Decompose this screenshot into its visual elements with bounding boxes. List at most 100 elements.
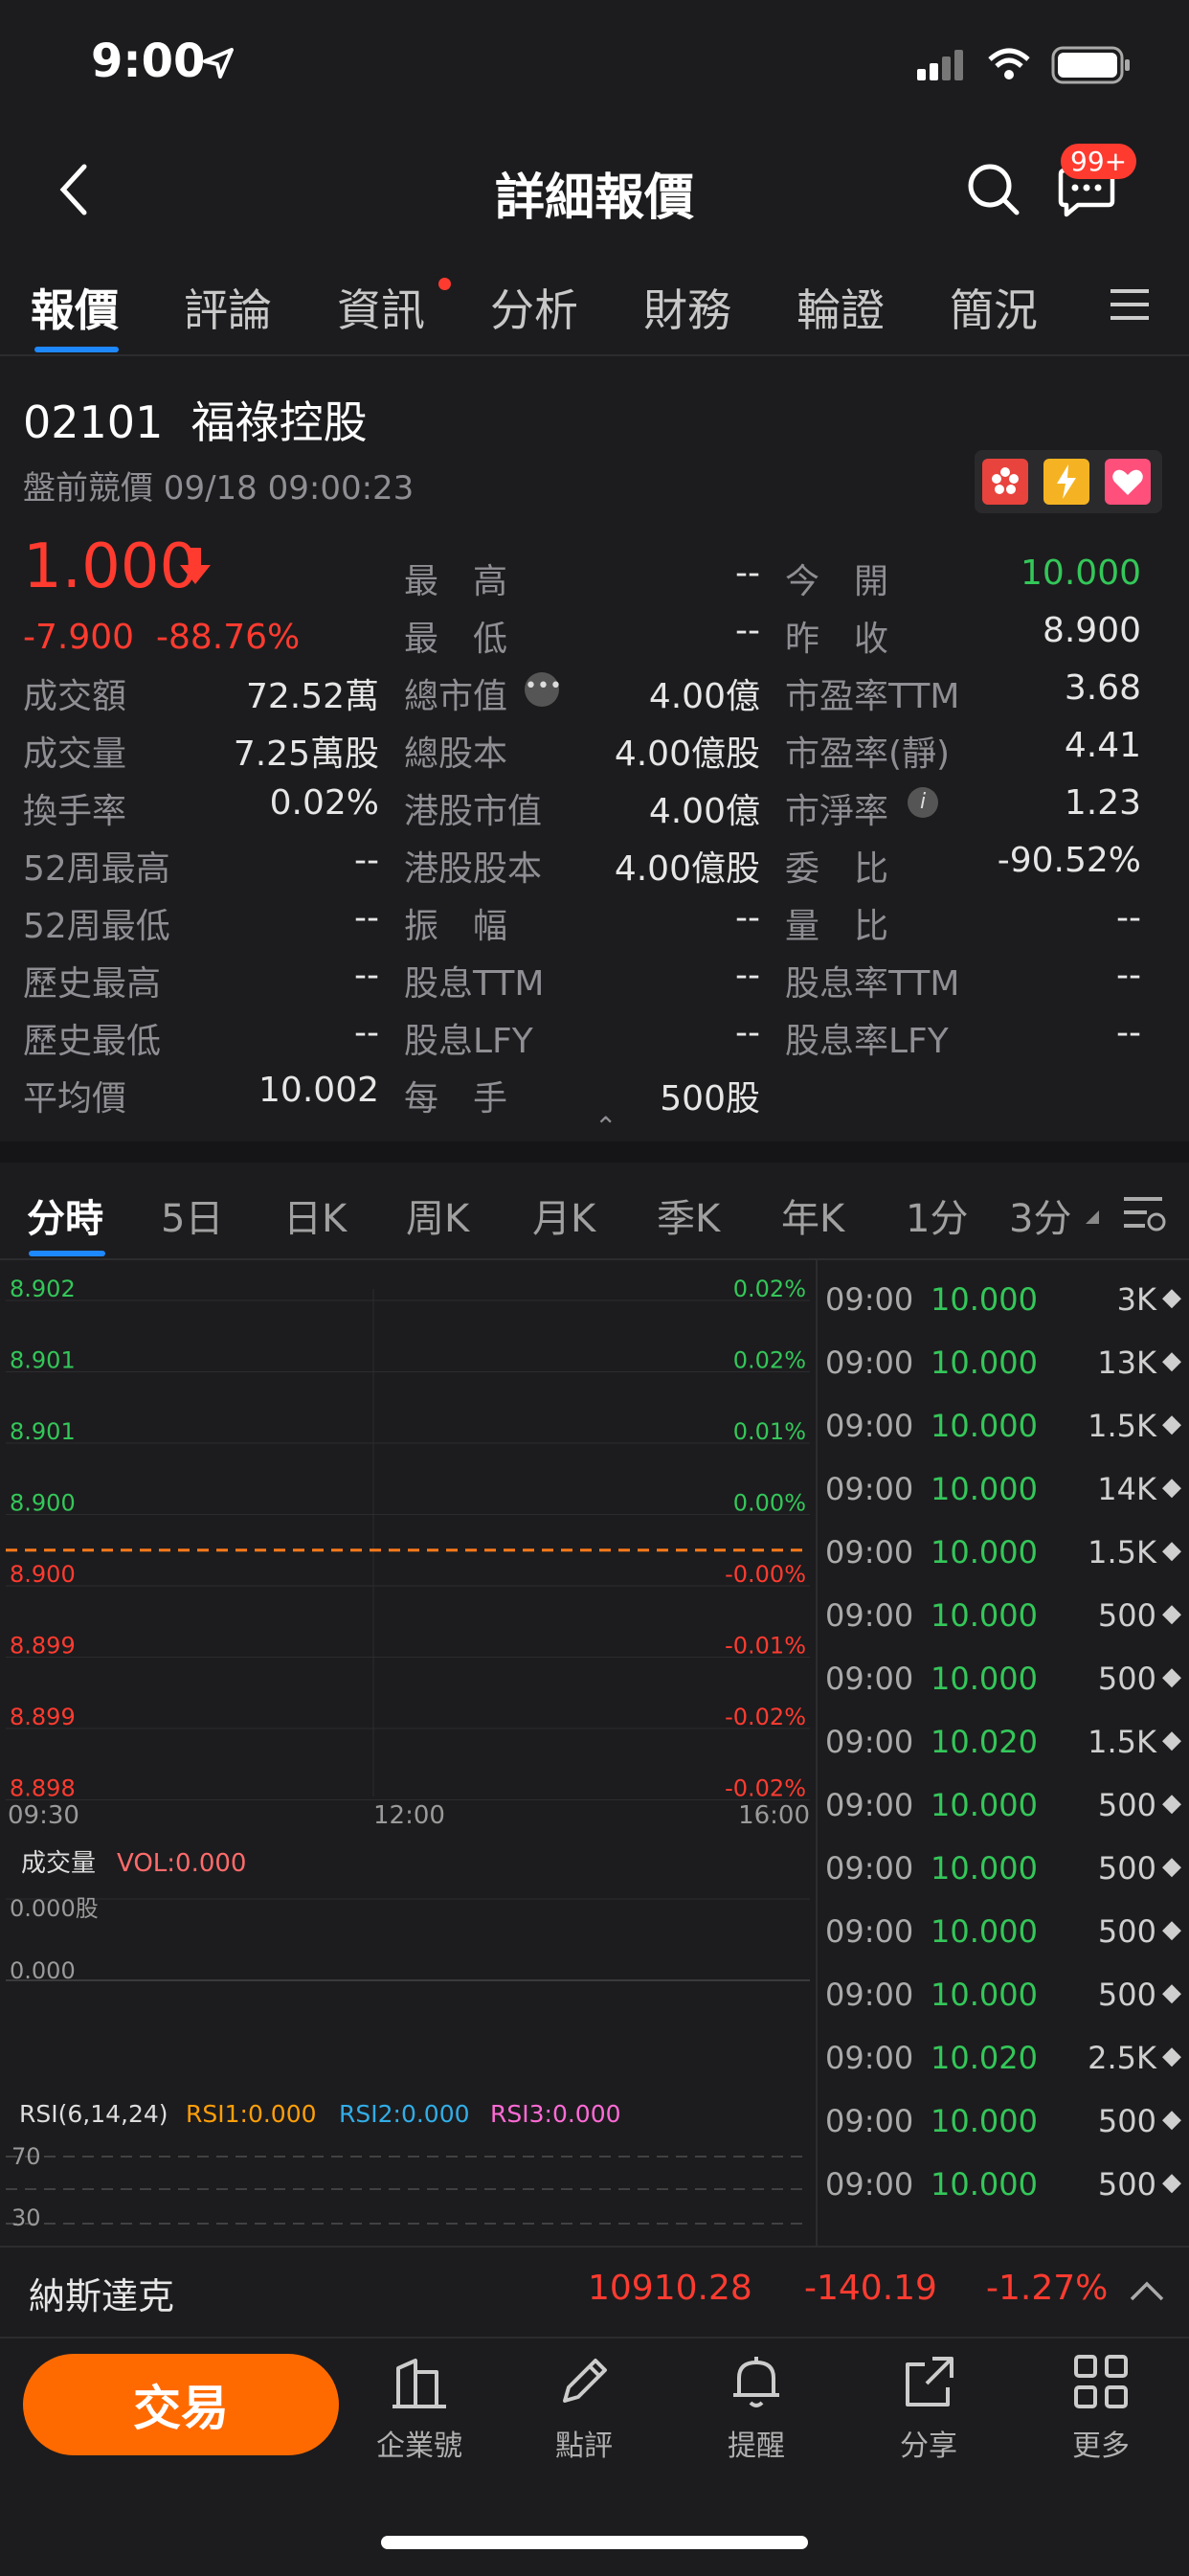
stat-label: 換手率 [23,792,127,831]
intraday-chart[interactable]: 8.902 8.901 8.901 8.900 8.900 8.899 8.899 8.898… [0,1260,816,2247]
trade-row: 09:00 10.020 2.5K ◆ [819,2040,1189,2088]
volume-axis-label: 0.000 [10,1957,76,1984]
action-more[interactable]: 更多 [1043,2351,1158,2464]
more-info-icon[interactable]: ••• [525,672,562,707]
price-axis-label: 8.900 [10,1490,76,1517]
lightning-icon[interactable] [1043,459,1089,505]
nav-bar: 詳細報價 99+ [0,134,1189,244]
trade-time: 09:00 [825,1281,914,1318]
pct-axis-label: 0.02% [733,1276,806,1302]
stat-value: 4.00億 [648,792,760,831]
stat-label: 股息率LFY [785,1022,949,1061]
search-icon[interactable] [965,161,1022,218]
trade-time: 09:00 [825,1724,914,1760]
price-chart-svg: 8.902 8.901 8.901 8.900 8.900 8.899 8.899 8.898… [6,1276,810,2231]
battery-icon [1051,46,1130,84]
price-change: -7.900 -88.76% [23,618,301,657]
trade-direction-icon: ◆ [1162,1915,1181,1944]
index-change-pct: -1.27% [986,2269,1109,2308]
trade-row: 09:00 10.000 3K ◆ [819,1281,1189,1329]
wifi-icon [988,48,1030,79]
trade-price: 10.000 [931,1344,1038,1381]
stat-label: 總股本 [404,734,508,774]
chart-tab-3min[interactable]: 3分 [1009,1187,1071,1243]
stat-value: 4.00億股 [614,734,760,774]
stat-value: 72.52萬 [245,677,379,716]
menu-icon[interactable] [1109,285,1151,324]
trade-volume: 500 [1097,1850,1156,1887]
stat-label: 港股股本 [404,849,543,889]
chevron-up-icon[interactable] [1128,2278,1166,2303]
chart-tab-quarterly[interactable]: 季K [657,1187,720,1243]
stat-value: 3.68 [1064,668,1141,708]
price-down-arrow-icon [180,548,211,584]
volume-axis-label: 0.000股 [10,1895,99,1922]
index-change: -140.19 [804,2269,937,2308]
trade-row: 09:00 10.000 500 ◆ [819,1850,1189,1898]
trade-ticker[interactable]: 09:00 10.000 3K ◆ 09:00 10.000 13K ◆ 09:00 10.000… [819,1260,1189,2247]
tab-profile[interactable]: 簡況 [950,276,1038,339]
trade-direction-icon: ◆ [1162,1662,1181,1691]
collapse-chevron-icon[interactable]: ⌃ [594,1111,617,1142]
action-alert[interactable]: 提醒 [699,2351,814,2464]
tab-news[interactable]: 資訊 [337,276,425,339]
action-company-label: 企業號 [376,2429,462,2463]
tab-quote[interactable]: 報價 [31,276,119,339]
trade-time: 09:00 [825,1534,914,1570]
info-icon[interactable]: i [908,787,938,818]
trade-button[interactable]: 交易 [23,2354,339,2455]
trade-direction-icon: ◆ [1162,1283,1181,1312]
chart-tab-weekly[interactable]: 周K [406,1187,469,1243]
trade-price: 10.020 [931,1724,1038,1760]
chart-settings-icon[interactable] [1122,1189,1168,1235]
trade-price: 10.000 [931,1977,1038,2013]
chart-tab-daily[interactable]: 日K [283,1187,347,1243]
stat-value: 10.002 [258,1071,379,1110]
tab-finance[interactable]: 財務 [643,276,731,339]
trade-row: 09:00 10.000 13K ◆ [819,1344,1189,1392]
action-share[interactable]: 分享 [871,2351,986,2464]
pct-axis-label: 0.00% [733,1490,806,1517]
pct-axis-label: -0.02% [725,1775,806,1802]
price-axis-label: 8.899 [10,1704,76,1730]
action-review[interactable]: 點評 [527,2351,641,2464]
trade-row: 09:00 10.000 500 ◆ [819,1597,1189,1645]
chart-tab-1min[interactable]: 1分 [906,1187,968,1243]
stat-label: 52周最高 [23,849,170,889]
stat-label: 歷史最高 [23,964,162,1004]
tab-warrants[interactable]: 輪證 [796,276,885,339]
rsi3-value: RSI3:0.000 [490,2100,621,2128]
trade-row: 09:00 10.020 1.5K ◆ [819,1724,1189,1772]
trade-price: 10.000 [931,1281,1038,1318]
share-icon [906,2357,953,2407]
trade-volume: 13K [1097,1344,1156,1381]
favorite-heart-icon[interactable] [1105,459,1151,505]
pct-axis-label: -0.00% [725,1561,806,1588]
action-company[interactable]: 企業號 [362,2351,477,2464]
trade-time: 09:00 [825,2040,914,2076]
hk-flag-icon[interactable] [982,459,1028,505]
stat-label: 平均價 [23,1079,127,1119]
chart-tab-intraday[interactable]: 分時 [27,1187,103,1243]
tab-analysis[interactable]: 分析 [490,276,578,339]
trade-direction-icon: ◆ [1162,2168,1181,2197]
trade-direction-icon: ◆ [1162,1852,1181,1881]
price-axis-label: 8.899 [10,1633,76,1660]
stat-label: 股息率TTM [785,964,960,1004]
trade-volume: 500 [1097,2166,1156,2203]
rsi2-value: RSI2:0.000 [339,2100,470,2128]
trade-volume: 500 [1097,1661,1156,1697]
tab-comments[interactable]: 評論 [184,276,272,339]
chart-tab-5day[interactable]: 5日 [161,1187,223,1243]
trade-volume: 14K [1097,1471,1156,1507]
trade-volume: 1.5K [1088,1534,1156,1570]
action-share-label: 分享 [900,2429,957,2463]
stat-label: 量 比 [785,907,889,946]
chart-tab-monthly[interactable]: 月K [532,1187,595,1243]
trade-time: 09:00 [825,1344,914,1381]
chart-tab-yearly[interactable]: 年K [781,1187,844,1243]
index-bar[interactable]: 納斯達克 10910.28 -140.19 -1.27% [0,2246,1189,2339]
trade-volume: 1.5K [1088,1408,1156,1444]
rsi-level-label: 30 [11,2204,41,2231]
trade-time: 09:00 [825,1787,914,1823]
